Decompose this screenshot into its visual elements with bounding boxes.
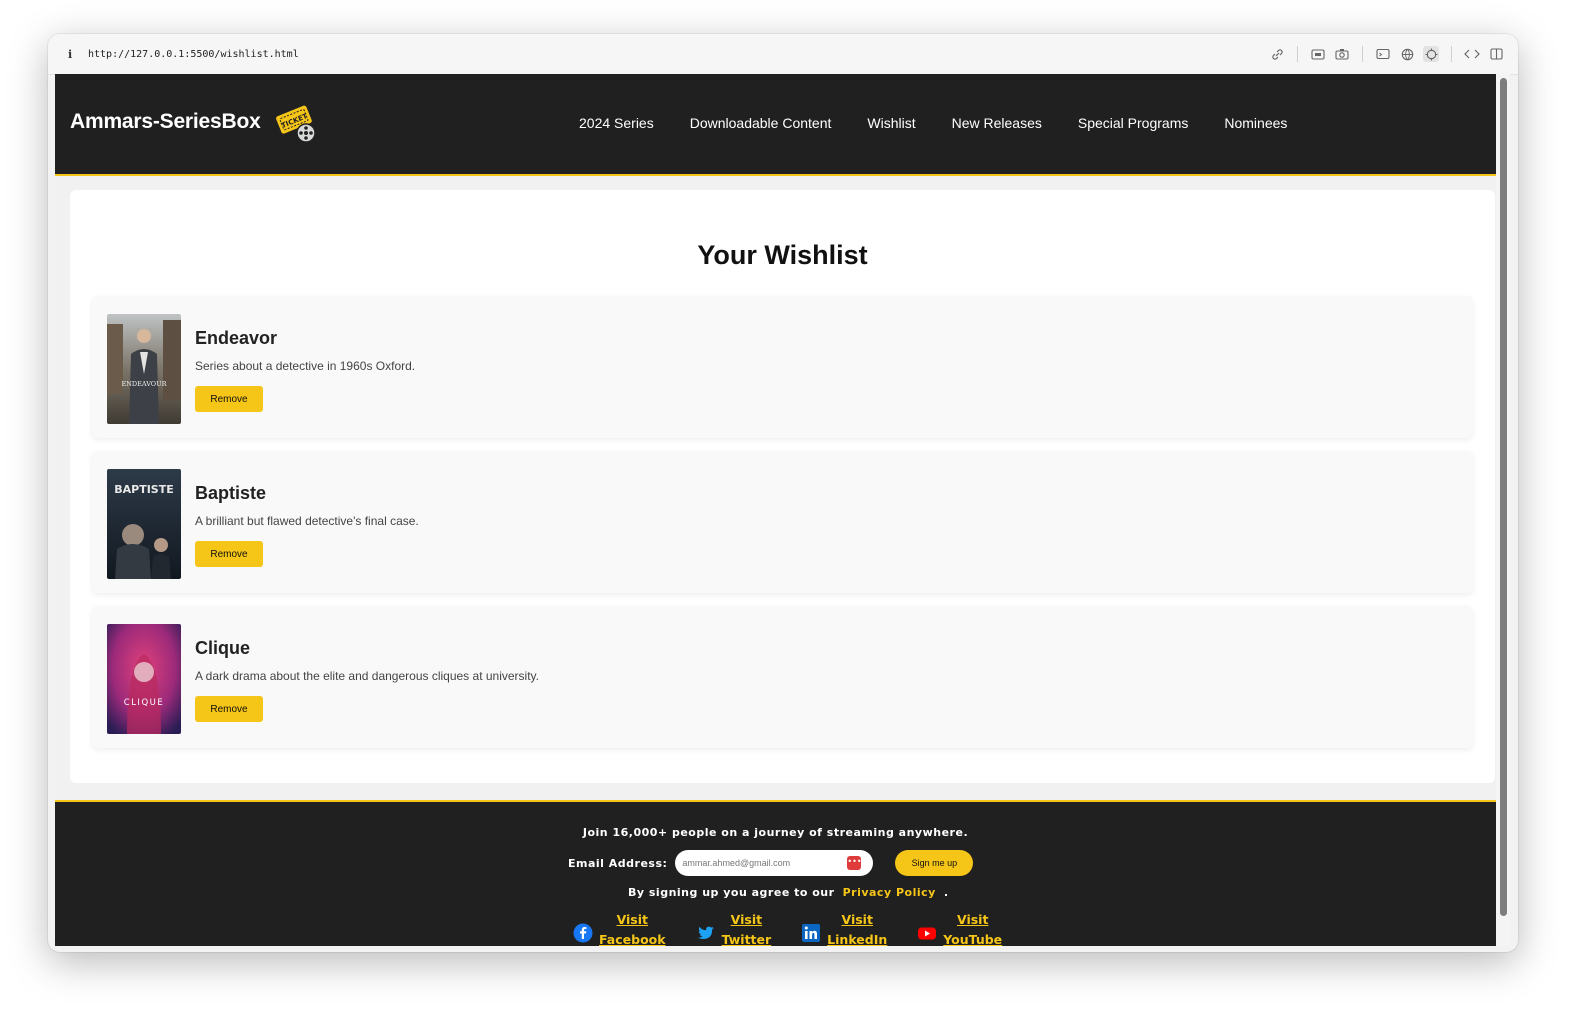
youtube-link-name[interactable]: YouTube bbox=[943, 930, 1002, 946]
password-manager-icon[interactable]: ••• bbox=[847, 856, 862, 870]
privacy-notice-text: By signing up you agree to our bbox=[628, 886, 835, 899]
social-youtube: Visit YouTube bbox=[917, 910, 1002, 946]
item-description: A brilliant but flawed detective's final… bbox=[195, 514, 419, 528]
globe-icon[interactable] bbox=[1399, 46, 1415, 62]
email-label: Email Address: bbox=[568, 856, 668, 870]
code-icon[interactable] bbox=[1464, 46, 1480, 62]
nav-wishlist[interactable]: Wishlist bbox=[867, 115, 915, 131]
info-icon[interactable]: i bbox=[68, 48, 82, 61]
site-logo-text[interactable]: Ammars-SeriesBox bbox=[70, 110, 261, 134]
browser-toolbar bbox=[1269, 34, 1504, 74]
address-bar[interactable]: i http://127.0.0.1:5500/wishlist.html bbox=[48, 34, 1518, 75]
youtube-icon bbox=[917, 923, 937, 943]
sign-up-button[interactable]: Sign me up bbox=[895, 850, 974, 876]
ticket-film-reel-icon[interactable]: TICKET bbox=[273, 102, 319, 151]
page-scrollbar[interactable] bbox=[1496, 74, 1510, 946]
twitter-link-name[interactable]: Twitter bbox=[722, 930, 772, 946]
newsletter-form: Email Address: ••• Sign me up bbox=[568, 850, 974, 876]
privacy-policy-link[interactable]: Privacy Policy bbox=[843, 886, 936, 899]
nav-downloadable-content[interactable]: Downloadable Content bbox=[690, 115, 832, 131]
remove-button[interactable]: Remove bbox=[195, 696, 263, 722]
screenshot-icon[interactable] bbox=[1310, 46, 1326, 62]
social-linkedin: Visit LinkedIn bbox=[801, 910, 887, 946]
page-title: Your Wishlist bbox=[697, 240, 868, 270]
newsletter-tagline: Join 16,000+ people on a journey of stre… bbox=[582, 826, 969, 839]
social-links: Visit Facebook Visit Twitter Visit Linke… bbox=[573, 910, 1032, 946]
toolbar-divider bbox=[1451, 46, 1452, 62]
poster-clique: CLIQUE bbox=[107, 624, 181, 734]
poster-endeavor-title: ENDEAVOUR bbox=[121, 380, 167, 388]
wishlist-item: ENDEAVOUR Endeavor Series about a detect… bbox=[92, 296, 1473, 438]
wishlist-item: BAPTISTE Baptiste A brilliant but flawed… bbox=[92, 451, 1473, 593]
social-twitter: Visit Twitter bbox=[696, 910, 772, 946]
social-facebook: Visit Facebook bbox=[573, 910, 666, 946]
linkedin-icon bbox=[801, 923, 821, 943]
item-description: Series about a detective in 1960s Oxford… bbox=[195, 359, 416, 373]
privacy-notice-end: . bbox=[943, 886, 949, 899]
facebook-link-visit[interactable]: Visit bbox=[617, 910, 648, 930]
item-title: Endeavor bbox=[195, 328, 278, 348]
item-title: Clique bbox=[195, 638, 251, 658]
link-icon[interactable] bbox=[1269, 46, 1285, 62]
youtube-link-visit[interactable]: Visit bbox=[957, 910, 988, 930]
email-field-wrapper: ••• bbox=[675, 850, 874, 876]
twitter-icon bbox=[696, 923, 716, 943]
site-header: Ammars-SeriesBox TICKET 2024 Series Down… bbox=[55, 74, 1496, 176]
twitter-link-visit[interactable]: Visit bbox=[731, 910, 762, 930]
toolbar-divider bbox=[1297, 46, 1298, 62]
scrollbar-thumb[interactable] bbox=[1500, 78, 1507, 916]
site-footer: Join 16,000+ people on a journey of stre… bbox=[55, 800, 1496, 946]
browser-window: i http://127.0.0.1:5500/wishlist.html Am… bbox=[48, 34, 1518, 952]
crosshair-icon[interactable] bbox=[1423, 46, 1439, 62]
item-description: A dark drama about the elite and dangero… bbox=[195, 669, 539, 683]
remove-button[interactable]: Remove bbox=[195, 386, 263, 412]
linkedin-link-visit[interactable]: Visit bbox=[842, 910, 873, 930]
nav-nominees[interactable]: Nominees bbox=[1224, 115, 1287, 131]
wishlist-item: CLIQUE Clique A dark drama about the eli… bbox=[92, 606, 1473, 748]
facebook-icon bbox=[573, 923, 593, 943]
poster-baptiste: BAPTISTE bbox=[107, 469, 181, 579]
nav-new-releases[interactable]: New Releases bbox=[952, 115, 1042, 131]
poster-clique-title: CLIQUE bbox=[124, 698, 164, 708]
facebook-link-name[interactable]: Facebook bbox=[599, 930, 666, 946]
nav-2024-series[interactable]: 2024 Series bbox=[579, 115, 654, 131]
remove-button[interactable]: Remove bbox=[195, 541, 263, 567]
poster-baptiste-title: BAPTISTE bbox=[114, 483, 174, 496]
terminal-icon[interactable] bbox=[1375, 46, 1391, 62]
wishlist-container: Your Wishlist ENDEAVOUR Endeavor Series … bbox=[70, 190, 1495, 783]
poster-endeavor: ENDEAVOUR bbox=[107, 314, 181, 424]
split-view-icon[interactable] bbox=[1488, 46, 1504, 62]
toolbar-divider bbox=[1362, 46, 1363, 62]
privacy-notice: By signing up you agree to our Privacy Po… bbox=[628, 886, 949, 899]
main-nav: 2024 Series Downloadable Content Wishlis… bbox=[579, 115, 1323, 131]
email-field[interactable] bbox=[682, 850, 843, 876]
linkedin-link-name[interactable]: LinkedIn bbox=[827, 930, 887, 946]
nav-special-programs[interactable]: Special Programs bbox=[1078, 115, 1189, 131]
item-title: Baptiste bbox=[195, 483, 267, 503]
page-viewport: Ammars-SeriesBox TICKET 2024 Series Down… bbox=[55, 74, 1496, 946]
camera-icon[interactable] bbox=[1334, 46, 1350, 62]
url-text[interactable]: http://127.0.0.1:5500/wishlist.html bbox=[88, 49, 299, 60]
